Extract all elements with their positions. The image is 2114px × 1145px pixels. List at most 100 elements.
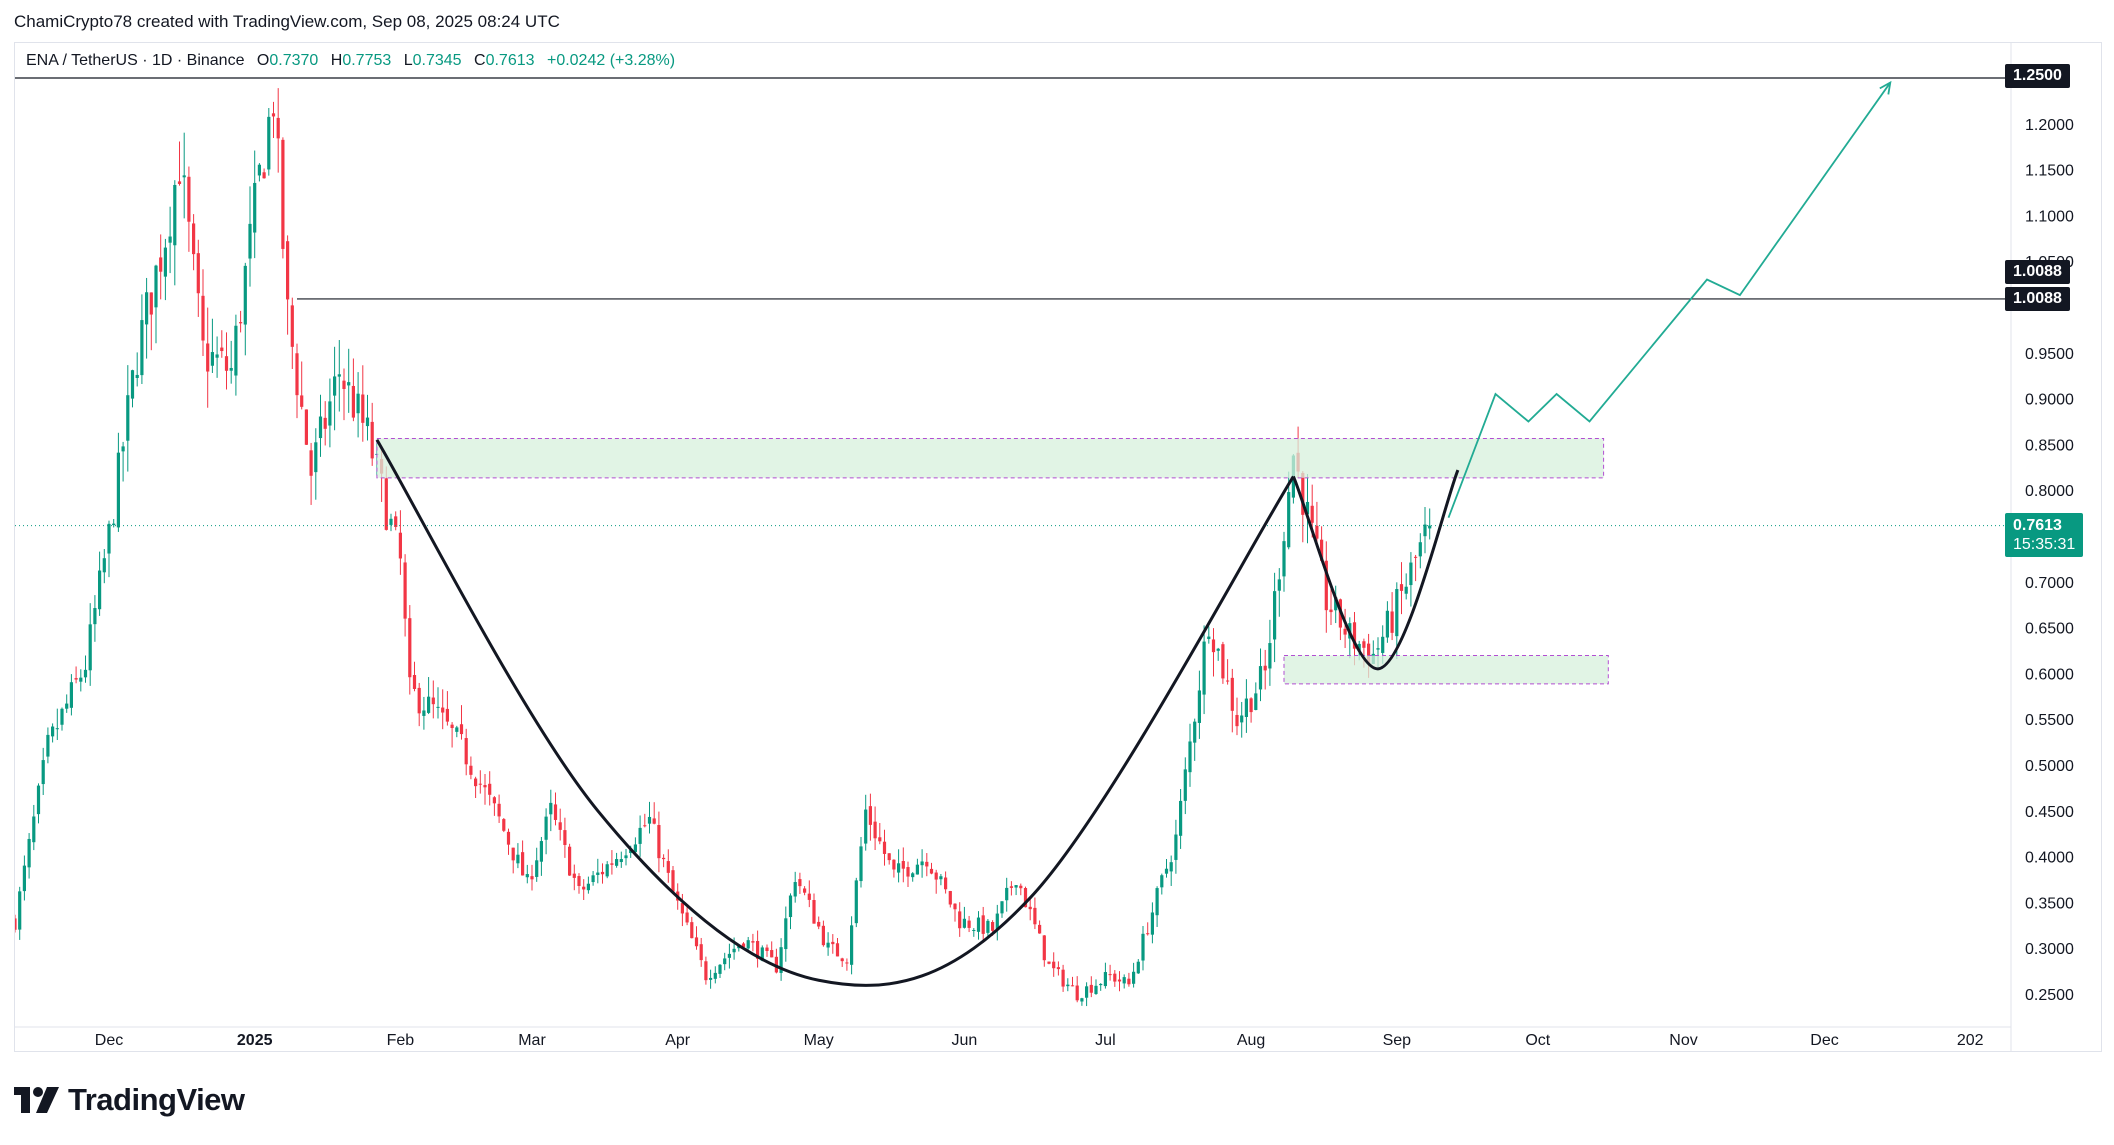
candle-body xyxy=(1315,525,1319,539)
candle-body xyxy=(365,417,370,427)
high-label: H xyxy=(330,52,343,69)
candle-body xyxy=(1132,971,1136,984)
candle-body xyxy=(206,343,210,372)
candle-body xyxy=(159,257,163,272)
candle-body xyxy=(121,446,125,452)
price-chart[interactable]: 1.20001.15001.10001.05000.95000.90000.85… xyxy=(15,43,2101,1051)
candle-body xyxy=(934,872,938,880)
candle-body xyxy=(652,818,656,824)
candle-body xyxy=(224,356,229,371)
x-tick-label: 202 xyxy=(1957,1032,1984,1049)
candle-body xyxy=(553,804,558,820)
candle-body xyxy=(887,853,891,861)
candle-body xyxy=(271,113,276,117)
candle-body xyxy=(182,175,186,178)
candle-body xyxy=(464,738,468,765)
candle-body xyxy=(36,785,41,815)
candle-body xyxy=(1056,967,1060,970)
chart-caption: ChamiCrypto78 created with TradingView.c… xyxy=(14,12,560,31)
tradingview-logo[interactable]: TradingView xyxy=(14,1082,245,1118)
candle-body xyxy=(398,532,402,559)
candle-body xyxy=(892,859,896,870)
y-tick-label: 1.1000 xyxy=(2025,208,2074,225)
candle-body xyxy=(953,903,957,910)
candle-body xyxy=(558,822,562,830)
candle-body xyxy=(850,925,854,965)
candle-body xyxy=(1127,978,1131,985)
candle-body xyxy=(1258,666,1263,690)
candle-body xyxy=(1160,875,1164,888)
candle-body xyxy=(27,838,31,868)
candle-body xyxy=(1150,912,1154,935)
candle-body xyxy=(915,864,919,875)
candle-body xyxy=(257,164,261,176)
candle-body xyxy=(1169,862,1173,872)
candle-body xyxy=(65,703,69,709)
chart-frame[interactable]: 1.20001.15001.10001.05000.95000.90000.85… xyxy=(14,42,2102,1052)
candle-body xyxy=(1009,886,1013,888)
candle-body xyxy=(840,958,844,962)
candle-body xyxy=(267,116,271,170)
candle-body xyxy=(248,223,252,259)
candle-body xyxy=(318,416,323,439)
y-tick-label: 0.5000 xyxy=(2025,758,2074,775)
candle-body xyxy=(991,922,995,931)
candle-body xyxy=(32,816,36,843)
candle-body xyxy=(474,778,478,787)
candle-body xyxy=(958,911,962,929)
target-price-tag: 1.2500 xyxy=(2005,64,2070,88)
candle-body xyxy=(1080,998,1084,1002)
candle-body xyxy=(770,950,774,958)
axes-layer: 1.20001.15001.10001.05000.95000.90000.85… xyxy=(15,43,2074,1051)
candle-body xyxy=(1113,973,1117,982)
candle-body xyxy=(1028,906,1032,910)
open-value: 0.7370 xyxy=(269,52,319,69)
candle-body xyxy=(1136,961,1140,974)
candle-body xyxy=(436,706,440,708)
candle-body xyxy=(93,608,97,625)
candle-body xyxy=(408,618,412,678)
candle-body xyxy=(83,669,88,678)
candle-body xyxy=(694,937,699,947)
candle-body xyxy=(201,295,205,341)
candle-body xyxy=(130,370,135,399)
candle-body xyxy=(821,925,825,946)
candle-body xyxy=(300,395,304,407)
candle-body xyxy=(1141,933,1145,961)
x-tick-label: 2025 xyxy=(237,1032,273,1049)
candle-body xyxy=(403,562,407,619)
candle-body xyxy=(356,393,360,414)
candle-body xyxy=(342,380,346,389)
candle-body xyxy=(1202,641,1206,695)
candle-body xyxy=(347,382,351,386)
candle-body xyxy=(539,841,543,862)
candle-body xyxy=(168,236,172,243)
demand-zone[interactable] xyxy=(1283,655,1609,685)
candle-body xyxy=(46,734,50,757)
candle-body xyxy=(441,707,445,713)
candle-body xyxy=(718,964,722,974)
candle-body xyxy=(1099,983,1103,986)
symbol-label[interactable]: ENA / TetherUS · 1D · Binance xyxy=(26,52,244,69)
candle-body xyxy=(79,677,83,682)
candle-body xyxy=(1070,985,1075,987)
candle-body xyxy=(727,953,731,958)
x-tick-label: Aug xyxy=(1237,1032,1265,1049)
handle-curve[interactable] xyxy=(1292,469,1460,671)
candle-body xyxy=(1019,885,1023,889)
candle-body xyxy=(1038,924,1042,934)
x-tick-label: Feb xyxy=(387,1032,415,1049)
candle-body xyxy=(60,708,64,725)
candle-body xyxy=(1423,524,1427,537)
x-tick-label: Nov xyxy=(1669,1032,1697,1049)
candle-body xyxy=(568,846,572,876)
candle-body xyxy=(511,847,515,861)
demand-zone[interactable] xyxy=(376,437,1605,479)
candle-body xyxy=(98,570,102,610)
candle-body xyxy=(22,865,26,892)
candle-body xyxy=(624,855,628,859)
candle-body xyxy=(220,347,224,352)
candle-body xyxy=(807,893,811,900)
candle-body xyxy=(1005,887,1009,901)
candle-body xyxy=(210,352,214,366)
